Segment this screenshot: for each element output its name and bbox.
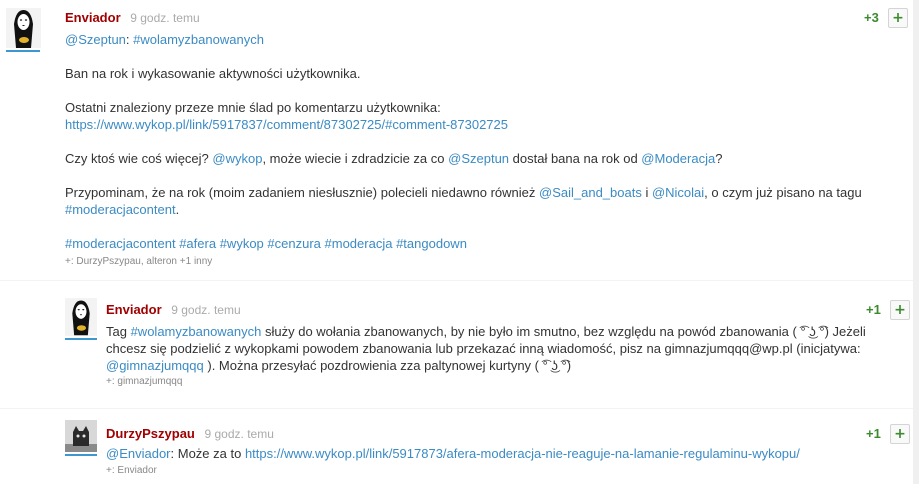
vote-count: +1	[866, 302, 881, 317]
upvote-button[interactable]: +	[890, 300, 910, 320]
tag-link[interactable]: #cenzura	[267, 236, 320, 251]
author-name[interactable]: DurzyPszypau	[106, 426, 195, 441]
tag-link[interactable]: #tangodown	[396, 236, 467, 251]
avatar[interactable]	[6, 8, 41, 48]
upvote-button[interactable]: +	[888, 8, 908, 28]
avatar[interactable]	[65, 298, 97, 336]
reply-body: Tag #wolamyzbanowanych służy do wołania …	[106, 324, 866, 373]
cat-avatar-icon	[65, 420, 97, 452]
tag-link[interactable]: #moderacjacontent	[65, 236, 176, 251]
avatar-underline	[65, 454, 97, 456]
scrollbar[interactable]	[913, 0, 919, 484]
tag-link[interactable]: #moderacjacontent	[65, 202, 176, 217]
user-mention[interactable]: @gimnazjumqqq	[106, 358, 204, 373]
divider	[0, 408, 913, 409]
reply-entry: DurzyPszypau 9 godz. temu +1 + @Enviador…	[0, 412, 913, 484]
reply-avatar-wrap[interactable]	[65, 298, 97, 336]
voters-list[interactable]: +: gimnazjumqqq	[106, 376, 182, 387]
user-mention[interactable]: @Enviador	[106, 446, 171, 461]
tag-link[interactable]: #wolamyzbanowanych	[131, 324, 262, 339]
entry-reminder-line: Przypominam, że na rok (moim zadaniem ni…	[65, 185, 862, 217]
vote-count: +1	[866, 426, 881, 441]
reply-body: @Enviador: Może za to https://www.wykop.…	[106, 446, 800, 461]
avatar[interactable]	[65, 420, 97, 452]
reply-header: Enviador 9 godz. temu	[106, 302, 241, 317]
wykop-link[interactable]: https://www.wykop.pl/link/5917873/afera-…	[245, 446, 800, 461]
vote-count: +3	[864, 10, 879, 25]
main-entry: Enviador 9 godz. temu +3 + @Szeptun: #wo…	[0, 0, 913, 275]
entry-ban-line: Ban na rok i wykasowanie aktywności użyt…	[65, 66, 361, 81]
avatar-underline	[65, 338, 97, 340]
entry-question-line: Czy ktoś wie coś więcej? @wykop, może wi…	[65, 151, 723, 166]
tag-link[interactable]: #wolamyzbanowanych	[133, 32, 264, 47]
timestamp[interactable]: 9 godz. temu	[205, 427, 274, 441]
no-face-avatar-icon	[6, 8, 41, 48]
timestamp[interactable]: 9 godz. temu	[171, 303, 240, 317]
reply-entry: Enviador 9 godz. temu +1 + Tag #wolamyzb…	[0, 290, 913, 400]
main-entry-avatar-wrap[interactable]	[6, 8, 41, 48]
tag-link[interactable]: #afera	[179, 236, 216, 251]
entry-tags: #moderacjacontent #afera #wykop #cenzura…	[65, 235, 895, 252]
entry-trace-line: Ostatni znaleziony przeze mnie ślad po k…	[65, 100, 441, 115]
tag-link[interactable]: #wykop	[220, 236, 264, 251]
entry-first-line: @Szeptun: #wolamyzbanowanych	[65, 31, 895, 48]
voters-list[interactable]: +: Enviador	[106, 465, 157, 476]
avatar-underline	[6, 50, 40, 52]
author-name[interactable]: Enviador	[65, 10, 121, 25]
main-entry-header: Enviador 9 godz. temu	[65, 10, 200, 25]
comment-link[interactable]: https://www.wykop.pl/link/5917837/commen…	[65, 117, 508, 132]
user-mention[interactable]: @Moderacja	[641, 151, 715, 166]
divider	[0, 280, 913, 281]
user-mention[interactable]: @wykop	[212, 151, 262, 166]
user-mention[interactable]: @Nicolai	[652, 185, 704, 200]
user-mention[interactable]: @Sail_and_boats	[539, 185, 642, 200]
user-mention[interactable]: @Szeptun	[65, 32, 126, 47]
timestamp[interactable]: 9 godz. temu	[130, 11, 199, 25]
no-face-avatar-icon	[65, 298, 97, 336]
user-mention[interactable]: @Szeptun	[448, 151, 509, 166]
voters-list[interactable]: +: DurzyPszypau, alteron +1 inny	[65, 256, 212, 267]
entry-body: @Szeptun: #wolamyzbanowanych Ban na rok …	[65, 31, 895, 252]
reply-avatar-wrap[interactable]	[65, 420, 97, 452]
author-name[interactable]: Enviador	[106, 302, 162, 317]
reply-header: DurzyPszypau 9 godz. temu	[106, 426, 274, 441]
upvote-button[interactable]: +	[890, 424, 910, 444]
tag-link[interactable]: #moderacja	[325, 236, 393, 251]
